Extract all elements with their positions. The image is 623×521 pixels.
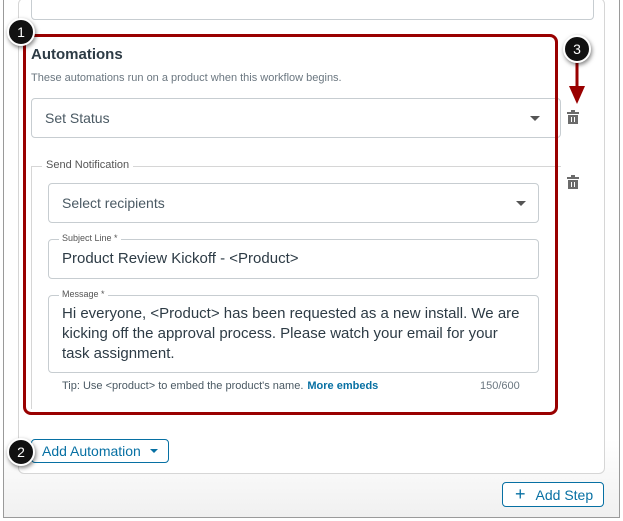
arrow-down-icon [569, 62, 585, 104]
highlight-box [23, 34, 558, 415]
callout-badge-2: 2 [7, 438, 35, 466]
previous-field[interactable] [31, 0, 594, 20]
add-step-label: Add Step [535, 486, 594, 503]
plus-icon: + [515, 484, 526, 504]
add-automation-label: Add Automation [42, 443, 141, 459]
add-step-button[interactable]: + Add Step [502, 482, 604, 507]
callout-badge-3: 3 [563, 35, 591, 63]
chevron-down-icon [149, 449, 158, 453]
trash-icon[interactable] [567, 110, 579, 124]
callout-badge-1: 1 [7, 18, 35, 46]
trash-icon[interactable] [567, 175, 579, 189]
add-automation-button[interactable]: Add Automation [31, 439, 169, 463]
